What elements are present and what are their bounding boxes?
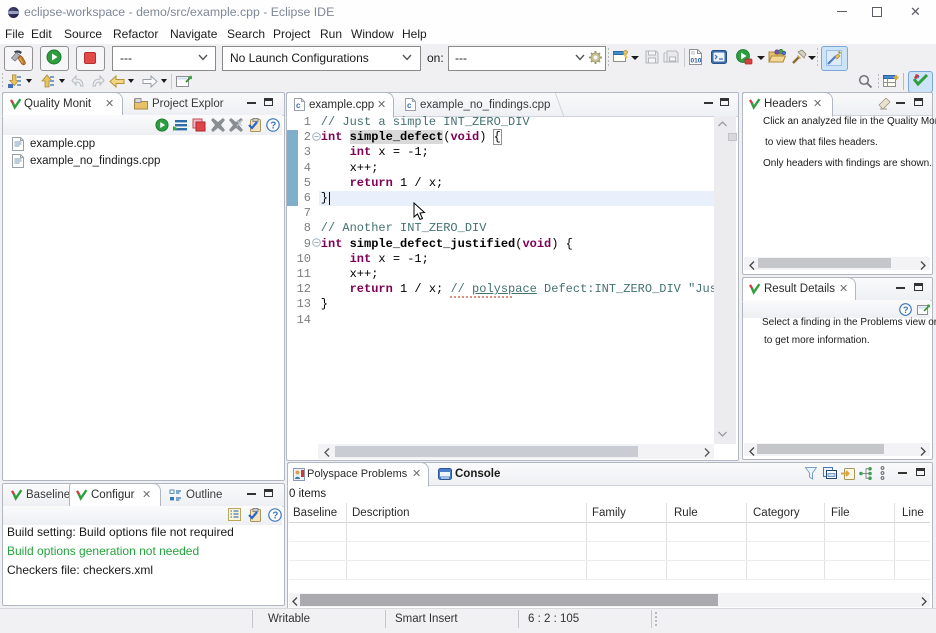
svg-text:?: ? [272,511,278,522]
svg-text:010: 010 [691,58,702,65]
svg-text:?: ? [270,121,276,132]
svg-text:c: c [407,101,412,110]
svg-text:c: c [296,101,301,110]
